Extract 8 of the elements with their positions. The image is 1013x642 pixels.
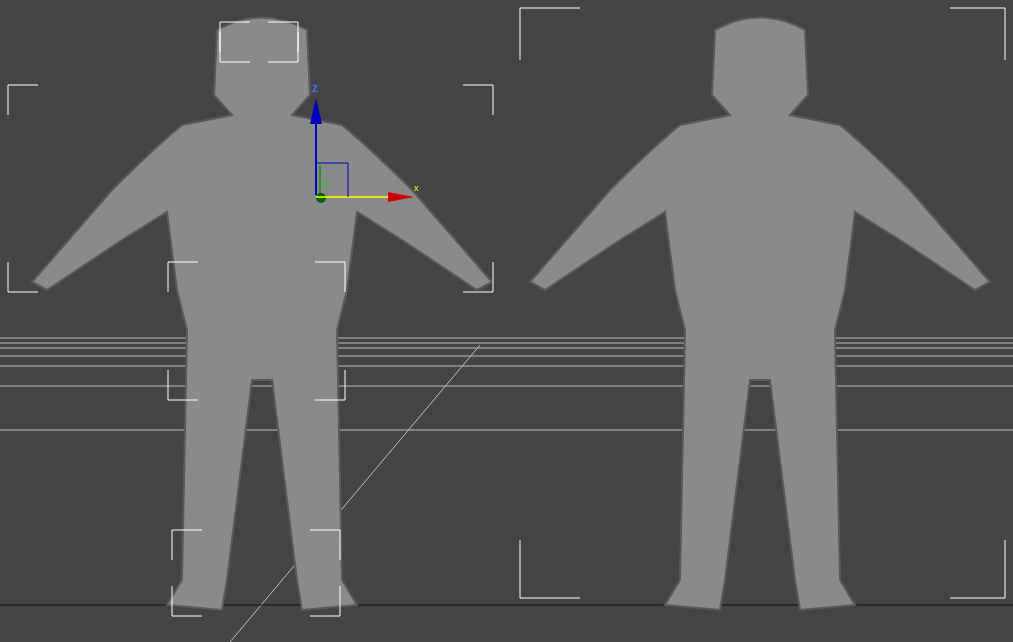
- viewport[interactable]: z y x: [0, 0, 1013, 642]
- y-axis-arrow[interactable]: [316, 164, 326, 203]
- x-axis-arrow[interactable]: [315, 192, 414, 202]
- axis-label: z: [312, 81, 318, 95]
- z-axis-arrow[interactable]: [310, 98, 322, 196]
- axis-label: y: [324, 178, 329, 188]
- plane-handle[interactable]: [315, 162, 349, 198]
- axis-label: x: [414, 183, 419, 193]
